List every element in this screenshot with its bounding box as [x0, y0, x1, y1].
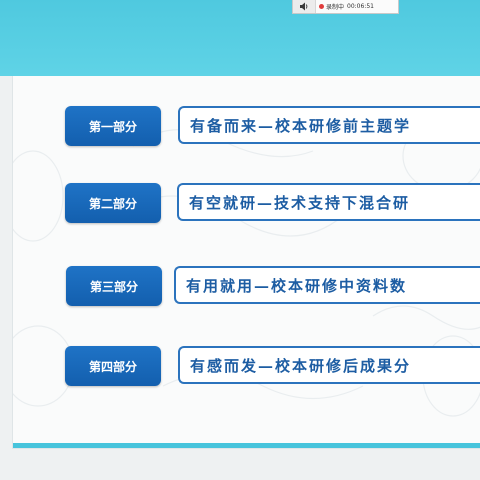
- slide-content: 第一部分 有备而来—校本研修前主题学 第二部分 有空就研—技术支持下混合研 第三…: [12, 76, 480, 449]
- section-label-1: 第一部分: [65, 106, 161, 146]
- record-dot-icon: [319, 4, 324, 9]
- screen: 录制中 00:06:51 第一部分 有备而来—校本研修前主题学 第二部分 有空就…: [0, 0, 480, 480]
- slide-accent-bar: [13, 443, 480, 448]
- section-row-1[interactable]: 第一部分 有备而来—校本研修前主题学: [65, 106, 480, 146]
- section-title-4: 有感而发—校本研修后成果分: [178, 346, 480, 384]
- section-label-2: 第二部分: [65, 183, 161, 223]
- section-row-3[interactable]: 第三部分 有用就用—校本研修中资料数: [66, 266, 480, 306]
- recording-indicator[interactable]: 录制中 00:06:51: [292, 0, 399, 14]
- section-row-2[interactable]: 第二部分 有空就研—技术支持下混合研: [65, 183, 480, 223]
- recording-time: 00:06:51: [347, 3, 374, 10]
- speaker-button[interactable]: [293, 0, 316, 13]
- speaker-icon: [300, 2, 308, 11]
- section-label-4: 第四部分: [65, 346, 161, 386]
- recording-status: 录制中: [326, 4, 345, 11]
- section-title-3: 有用就用—校本研修中资料数: [174, 266, 480, 304]
- section-title-1: 有备而来—校本研修前主题学: [178, 106, 480, 144]
- section-title-2: 有空就研—技术支持下混合研: [177, 183, 480, 221]
- section-label-3: 第三部分: [66, 266, 162, 306]
- header-band: [0, 0, 480, 76]
- section-row-4[interactable]: 第四部分 有感而发—校本研修后成果分: [65, 346, 480, 386]
